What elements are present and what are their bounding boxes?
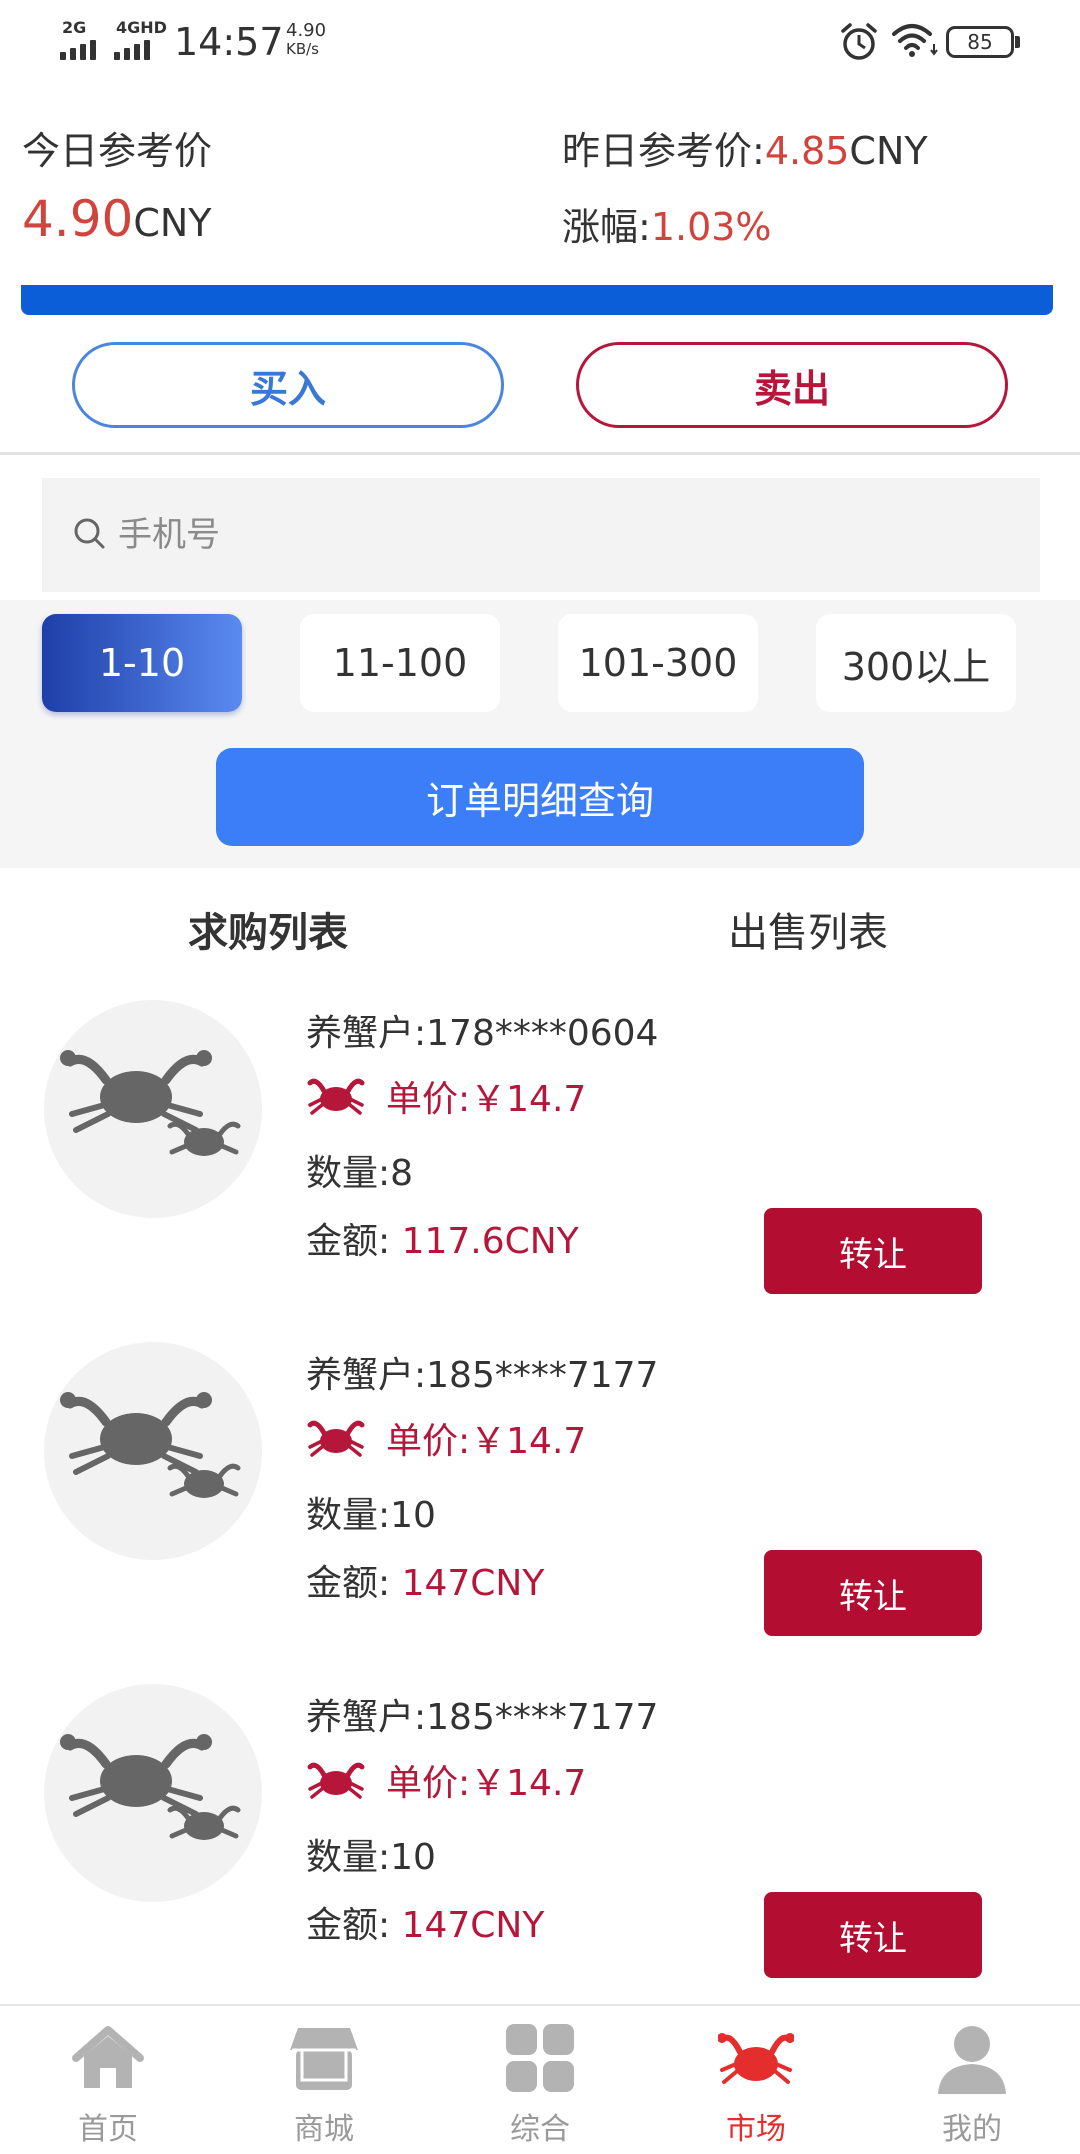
farmer-phone: 养蟹户:178****0604 xyxy=(306,1013,659,1054)
price-change: 涨幅:1.03% xyxy=(562,196,772,251)
nav-label-general: 综合 xyxy=(510,2112,570,2147)
unit-price-value: 单价:￥14.7 xyxy=(386,1079,587,1120)
home-icon xyxy=(72,2026,144,2088)
battery-icon: 85 xyxy=(946,26,1020,58)
unit-price: 单价:￥14.7 xyxy=(306,1754,586,1806)
list-item: 养蟹户:185****7177 单价:￥14.7 数量:10 金额: 147CN… xyxy=(0,1684,1080,1984)
today-price-label: 今日参考价 xyxy=(22,129,213,173)
amount-label: 金额: xyxy=(306,1563,402,1604)
today-price-unit: CNY xyxy=(133,201,212,245)
amount-value: 147CNY xyxy=(401,1563,545,1604)
unit-price-value: 单价:￥14.7 xyxy=(386,1763,587,1804)
clock: 14:57 xyxy=(174,20,284,64)
tab-sell-list[interactable]: 出售列表 xyxy=(728,900,888,958)
search-icon xyxy=(74,518,105,549)
list-item: 养蟹户:185****7177 单价:￥14.7 数量:10 金额: 147CN… xyxy=(0,1342,1080,1642)
quantity: 数量:10 xyxy=(306,1495,436,1536)
avatar xyxy=(44,1684,262,1902)
crab-icon xyxy=(307,1762,365,1799)
filter-area: 1-10 11-100 101-300 300以上 订单明细查询 xyxy=(0,600,1080,868)
transfer-button[interactable]: 转让 xyxy=(764,1550,982,1636)
price-change-value: 1.03% xyxy=(650,205,772,249)
amount: 金额: 117.6CNY xyxy=(306,1212,579,1264)
avatar xyxy=(44,1342,262,1560)
crab-avatar-icon xyxy=(60,1392,241,1498)
crab-avatar-icon xyxy=(60,1050,241,1156)
signal-2g-label: 2G xyxy=(62,18,87,37)
farmer-phone: 养蟹户:185****7177 xyxy=(306,1697,659,1738)
amount-value: 147CNY xyxy=(401,1905,545,1946)
nav-label-mall: 商城 xyxy=(294,2112,354,2147)
yesterday-price: 昨日参考价:4.85CNY xyxy=(562,120,928,175)
crab-icon xyxy=(718,2033,794,2084)
buy-button[interactable]: 买入 xyxy=(72,342,504,428)
list-item: 养蟹户:178****0604 单价:￥14.7 数量:8 金额: 117.6C… xyxy=(0,1000,1080,1300)
header-accent-bar xyxy=(21,285,1053,315)
network-speed: 4.90 KB/s xyxy=(286,20,327,59)
amount-label: 金额: xyxy=(306,1905,402,1946)
unit-price: 单价:￥14.7 xyxy=(306,1412,586,1464)
nav-item-general[interactable]: 综合 xyxy=(432,2006,648,2154)
store-icon xyxy=(290,2028,358,2090)
grid-icon xyxy=(506,2024,574,2092)
network-speed-value: 4.90 xyxy=(286,20,327,41)
crab-icon xyxy=(307,1420,365,1457)
transfer-button[interactable]: 转让 xyxy=(764,1208,982,1294)
quantity: 数量:10 xyxy=(306,1837,436,1878)
range-filter-11-100[interactable]: 11-100 xyxy=(300,614,500,712)
network-speed-unit: KB/s xyxy=(286,40,319,58)
wifi-icon xyxy=(892,24,938,57)
amount: 金额: 147CNY xyxy=(306,1896,544,1948)
nav-item-mine[interactable]: 我的 xyxy=(864,2006,1080,2154)
alarm-icon xyxy=(841,23,877,60)
market-page: 2G 4GHD 14:57 4.90 KB/s 85 今日参考价 4.90CNY… xyxy=(0,0,1080,2154)
price-change-label: 涨幅: xyxy=(562,205,651,249)
user-icon xyxy=(938,2026,1006,2094)
transfer-button[interactable]: 转让 xyxy=(764,1892,982,1978)
unit-price: 单价:￥14.7 xyxy=(306,1070,586,1122)
bottom-nav: 首页 商城 综合 市场 我的 xyxy=(0,2004,1080,2154)
unit-price-value: 单价:￥14.7 xyxy=(386,1421,587,1462)
nav-item-home[interactable]: 首页 xyxy=(0,2006,216,2154)
divider xyxy=(0,452,1080,455)
order-details-query-button[interactable]: 订单明细查询 xyxy=(216,748,864,846)
crab-avatar-icon xyxy=(60,1734,241,1840)
nav-item-market[interactable]: 市场 xyxy=(648,2006,864,2154)
farmer-phone: 养蟹户:185****7177 xyxy=(306,1355,659,1396)
search-box[interactable] xyxy=(42,478,1040,592)
avatar xyxy=(44,1000,262,1218)
signal-4g-label: 4GHD xyxy=(116,18,167,37)
quantity: 数量:8 xyxy=(306,1153,414,1194)
nav-label-market: 市场 xyxy=(726,2112,786,2147)
battery-level: 85 xyxy=(967,30,993,54)
range-filter-101-300[interactable]: 101-300 xyxy=(558,614,758,712)
crab-icon xyxy=(307,1078,365,1115)
sell-button[interactable]: 卖出 xyxy=(576,342,1008,428)
nav-label-home: 首页 xyxy=(78,2112,138,2147)
range-filter-300-plus[interactable]: 300以上 xyxy=(816,614,1016,712)
amount-label: 金额: xyxy=(306,1221,402,1262)
nav-item-mall[interactable]: 商城 xyxy=(216,2006,432,2154)
yesterday-price-unit: CNY xyxy=(849,129,928,173)
amount: 金额: 147CNY xyxy=(306,1554,544,1606)
range-filter-1-10[interactable]: 1-10 xyxy=(42,614,242,712)
today-price-value: 4.90 xyxy=(22,190,134,248)
nav-label-mine: 我的 xyxy=(942,2112,1002,2147)
search-input[interactable] xyxy=(118,478,1018,592)
tab-buy-list[interactable]: 求购列表 xyxy=(188,900,348,958)
status-bar: 2G 4GHD 14:57 4.90 KB/s 85 xyxy=(0,0,1080,88)
today-price: 4.90CNY xyxy=(22,190,212,248)
amount-value: 117.6CNY xyxy=(401,1221,579,1262)
yesterday-price-label: 昨日参考价: xyxy=(562,129,765,173)
yesterday-price-value: 4.85 xyxy=(764,129,850,173)
